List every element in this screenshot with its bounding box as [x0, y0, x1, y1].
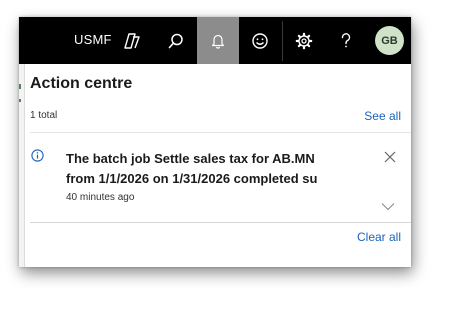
feedback-smiley-icon[interactable]	[239, 17, 281, 64]
see-all-link[interactable]: See all	[364, 109, 401, 123]
notification-message: The batch job Settle sales tax for AB.MN…	[66, 149, 366, 189]
notification-message-line-2: from 1/1/2026 on 1/31/2026 completed su	[66, 171, 318, 186]
copilot-icon[interactable]	[111, 17, 153, 64]
background-page-mark	[19, 99, 21, 102]
info-icon	[31, 149, 44, 162]
close-icon[interactable]	[384, 151, 396, 163]
notification-message-line-1: The batch job Settle sales tax for AB.MN	[66, 151, 315, 166]
divider	[30, 132, 411, 133]
panel-title: Action centre	[30, 75, 133, 92]
search-icon[interactable]	[155, 17, 197, 64]
bell-icon[interactable]	[197, 17, 239, 64]
notification-time: 40 minutes ago	[66, 192, 135, 203]
company-picker[interactable]: USMF	[74, 32, 112, 47]
clear-all-link[interactable]: Clear all	[357, 230, 401, 244]
divider	[30, 222, 411, 223]
chevron-down-icon[interactable]	[381, 202, 395, 211]
gear-icon[interactable]	[283, 17, 325, 64]
top-navigation-bar: USMF GB	[19, 17, 411, 64]
action-centre-panel: Action centre 1 total See all The batch …	[24, 64, 411, 267]
background-page-mark	[19, 84, 21, 89]
help-icon[interactable]	[325, 17, 367, 64]
avatar[interactable]: GB	[375, 26, 404, 55]
notification-count: 1 total	[30, 110, 58, 121]
app-window: USMF GB Action centre 1 total See all Th…	[19, 17, 411, 267]
